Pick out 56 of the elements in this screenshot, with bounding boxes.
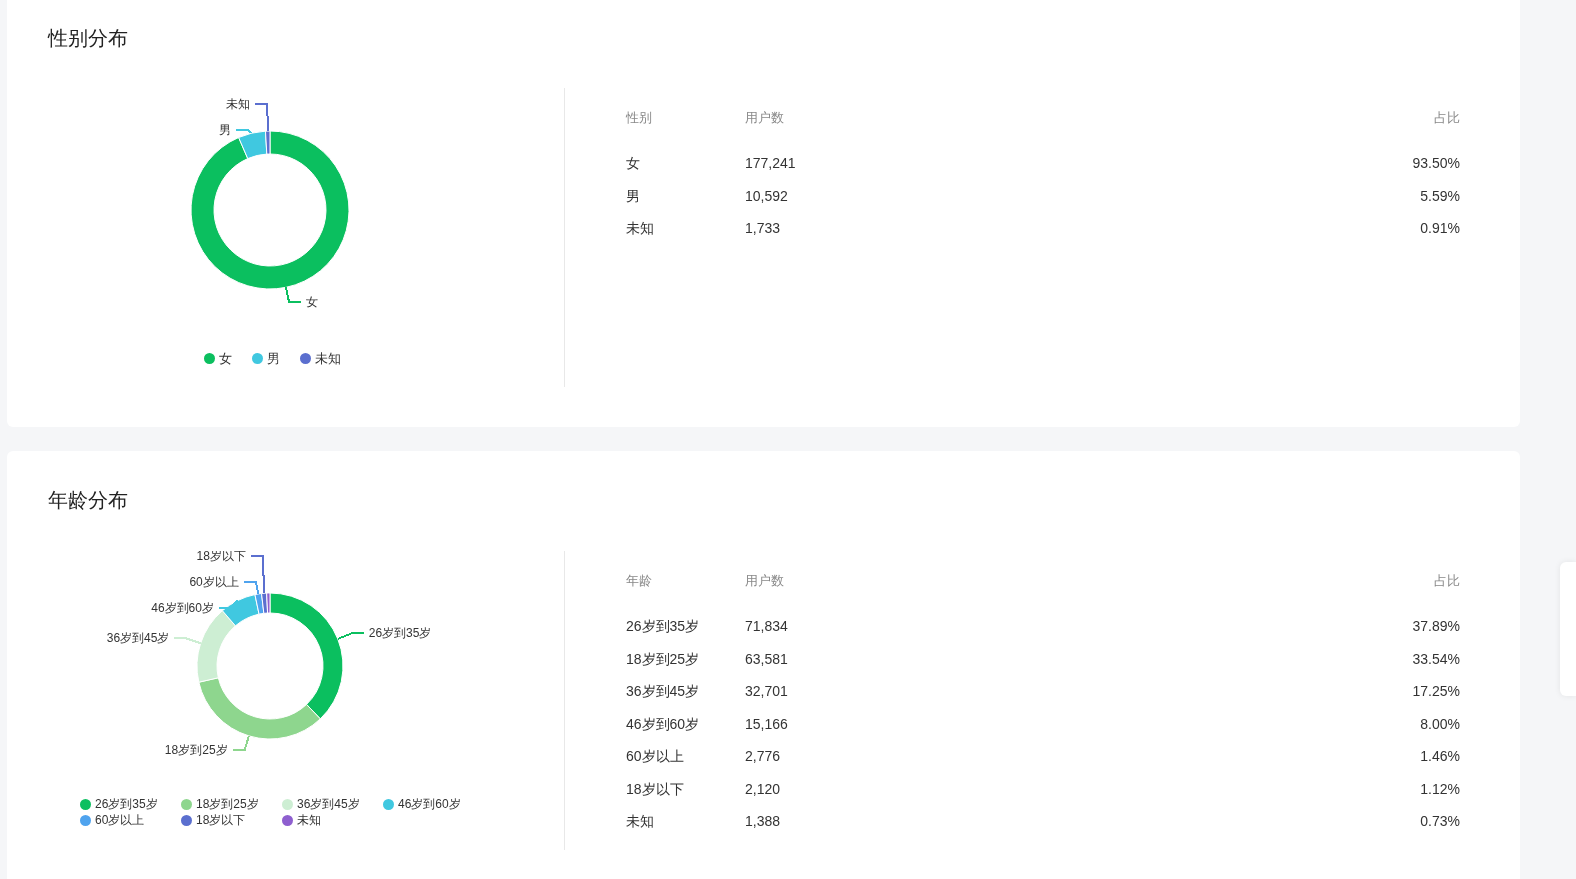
column-header: 用户数 — [745, 109, 785, 127]
legend-label[interactable]: 36岁到45岁 — [297, 796, 360, 812]
slice-label: 未知 — [226, 97, 251, 112]
column-header: 性别 — [626, 108, 745, 147]
table-cell-text: 0.91% — [1419, 219, 1460, 238]
table-cell-text: 10,592 — [745, 186, 789, 206]
legend-label[interactable]: 26岁到35岁 — [95, 796, 158, 812]
legend-label[interactable]: 未知 — [297, 812, 321, 828]
table-cell: 18岁到25岁 — [626, 642, 745, 675]
slice-label: 18岁到25岁 — [164, 743, 228, 758]
legend-label[interactable]: 未知 — [315, 349, 341, 369]
slice-label: 26岁到35岁 — [368, 626, 432, 641]
table-cell-text: 8.00% — [1419, 714, 1460, 734]
column-header: 占比 — [1433, 109, 1460, 127]
table-cell-text: 0.73% — [1419, 812, 1460, 831]
table-cell-text: 32,701 — [745, 682, 789, 701]
legend-label[interactable]: 18岁以下 — [196, 812, 246, 828]
table-cell-text: 1,733 — [745, 219, 782, 238]
table-cell-text: 46岁到60岁 — [626, 714, 701, 734]
table-cell-text: 2,776 — [745, 747, 782, 766]
legend-label[interactable]: 18岁到25岁 — [196, 796, 259, 812]
table-cell: 36岁到45岁 — [626, 675, 745, 708]
slice-label: 女 — [306, 295, 319, 310]
table-cell-text: 1.12% — [1419, 779, 1460, 799]
column-header: 占比 — [1433, 572, 1460, 590]
table-cell-text: 5.59% — [1419, 186, 1460, 206]
table-cell-text: 71,834 — [745, 617, 789, 636]
column-header: 年龄 — [626, 571, 745, 610]
section-title: 年龄分布 — [48, 488, 128, 512]
table-cell-text: 15,166 — [745, 714, 789, 734]
table-cell-text: 1,388 — [745, 812, 782, 831]
table-cell-text: 33.54% — [1411, 649, 1460, 669]
table-cell-text: 177,241 — [745, 154, 797, 173]
section-title: 性别分布 — [48, 26, 128, 50]
column-header: 用户数 — [745, 572, 785, 590]
slice-label: 60岁以上 — [189, 574, 239, 589]
legend-label[interactable]: 46岁到60岁 — [398, 796, 461, 812]
slice-label: 36岁到45岁 — [106, 631, 170, 646]
table-cell-text: 37.89% — [1411, 617, 1460, 636]
table-cell-text: 未知 — [626, 219, 655, 238]
table-cell-text: 63,581 — [745, 649, 789, 669]
table-cell-text: 2,120 — [745, 779, 782, 799]
legend-label[interactable]: 女 — [219, 349, 232, 369]
table-cell-text: 未知 — [626, 812, 655, 831]
table-cell-text: 男 — [626, 186, 641, 206]
legend-label[interactable]: 60岁以上 — [95, 812, 145, 828]
table-cell: 60岁以上 — [626, 740, 745, 773]
table-cell-text: 17.25% — [1411, 682, 1460, 701]
table-cell-text: 1.46% — [1419, 747, 1460, 766]
slice-label: 男 — [219, 123, 232, 138]
legend-label[interactable]: 男 — [267, 349, 280, 369]
slice-label: 46岁到60岁 — [151, 600, 214, 615]
table-cell: 26岁到35岁 — [626, 610, 745, 643]
table-cell-text: 93.50% — [1411, 154, 1460, 173]
table-cell-text: 女 — [626, 154, 641, 173]
table-cell: 18岁以下 — [626, 772, 745, 805]
